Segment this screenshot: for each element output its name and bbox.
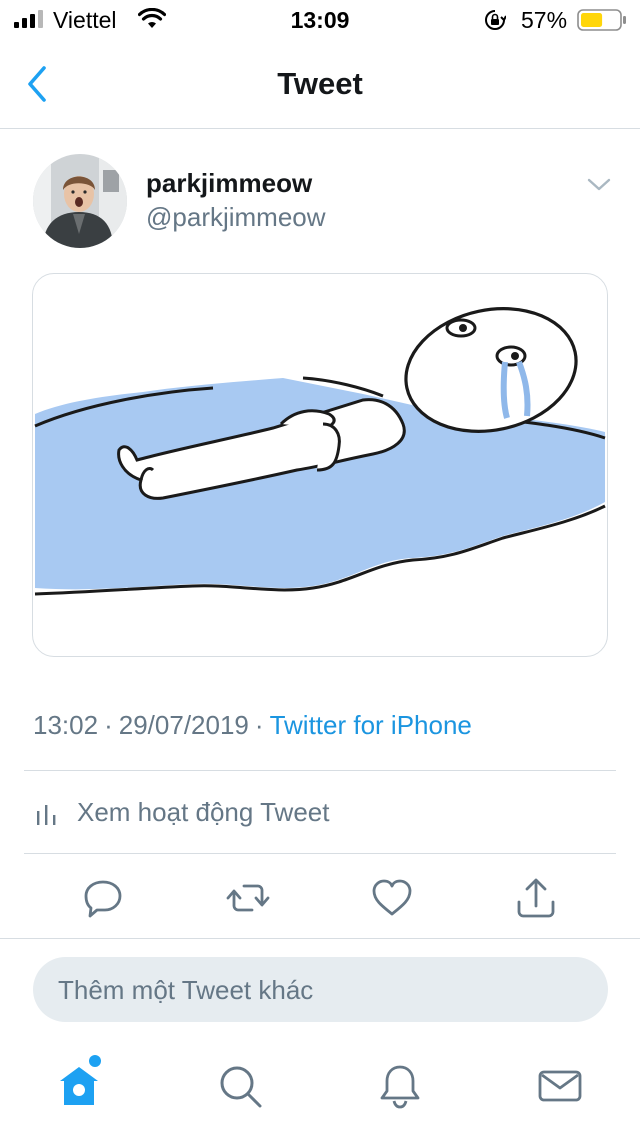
battery-percentage: 57% (521, 7, 568, 33)
divider (24, 770, 616, 771)
status-bar: Viettel 13:09 57% (0, 0, 640, 40)
reply-icon[interactable] (81, 876, 125, 920)
home-icon[interactable] (56, 1063, 102, 1109)
tweet-time: 13:02 (33, 710, 99, 740)
user-handle[interactable]: @parkjimmeow (146, 202, 326, 233)
reply-placeholder: Thêm một Tweet khác (58, 975, 314, 1005)
share-icon[interactable] (514, 876, 558, 920)
tweet-source-link[interactable]: Twitter for iPhone (270, 710, 472, 740)
display-name[interactable]: parkjimmeow (146, 168, 312, 199)
tweet-activity-label: Xem hoạt động Tweet (77, 797, 330, 827)
retweet-icon[interactable] (226, 876, 270, 920)
reply-input[interactable]: Thêm một Tweet khác (33, 957, 608, 1022)
tweet-image[interactable] (32, 273, 608, 657)
separator: · (254, 710, 264, 740)
orientation-lock-icon (485, 10, 506, 30)
page-title: Tweet (277, 66, 363, 101)
avatar[interactable] (33, 154, 127, 248)
tweet-date: 29/07/2019 (118, 710, 249, 740)
like-icon[interactable] (370, 876, 414, 920)
battery-icon (577, 9, 626, 31)
messages-icon[interactable] (537, 1063, 583, 1109)
chevron-down-icon[interactable] (586, 176, 612, 194)
navigation-bar: Tweet (0, 40, 640, 129)
separator: · (104, 710, 113, 740)
divider (24, 853, 616, 854)
divider (0, 938, 640, 939)
bar-chart-icon (37, 805, 56, 825)
tweet-timestamp: 13:02 · 29/07/2019 · Twitter for iPhone (33, 710, 472, 741)
notifications-icon[interactable] (377, 1063, 423, 1109)
search-icon[interactable] (217, 1063, 263, 1109)
